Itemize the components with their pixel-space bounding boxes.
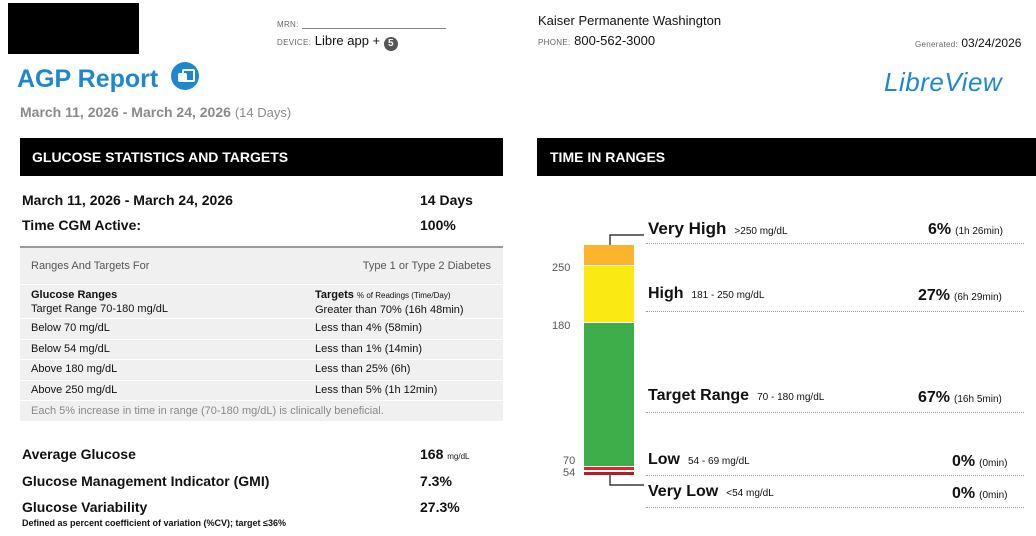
generated-date: Generated: 03/24/2026 bbox=[915, 36, 1022, 50]
time-in-ranges-heading: TIME IN RANGES bbox=[537, 138, 1036, 176]
avg-glucose-value: 168 mg/dL bbox=[420, 446, 470, 462]
mrn-field: MRN: bbox=[277, 14, 446, 32]
glucose-stats-heading: GLUCOSE STATISTICS AND TARGETS bbox=[20, 138, 503, 176]
device-count-badge: 5 bbox=[383, 37, 398, 51]
report-title: AGP Report bbox=[17, 62, 200, 94]
range-pct-target: 67% (16h 5min) bbox=[918, 389, 1002, 406]
variability-label: Glucose Variability bbox=[22, 499, 148, 515]
table-row: Above 250 mg/dL Less than 5% (1h 12min) bbox=[20, 381, 503, 401]
range-label-very-high: Very High >250 mg/dL bbox=[648, 219, 788, 238]
axis-tick-250: 250 bbox=[552, 262, 571, 274]
report-date-range: March 11, 2026 - March 24, 2026 (14 Days… bbox=[20, 104, 292, 120]
axis-tick-180: 180 bbox=[552, 320, 571, 332]
axis-tick-54: 54 bbox=[563, 467, 576, 479]
gmi-label: Glucose Management Indicator (GMI) bbox=[22, 473, 270, 489]
ranges-targets-header: Ranges And Targets For Type 1 or Type 2 … bbox=[20, 248, 503, 285]
period-value: 14 Days bbox=[420, 192, 473, 208]
table-row: Below 70 mg/dL Less than 4% (58min) bbox=[20, 319, 503, 340]
clinic-name: Kaiser Permanente Washington bbox=[538, 13, 722, 28]
range-pct-high: 27% (6h 29min) bbox=[918, 287, 1002, 304]
table-row: Above 180 mg/dL Less than 25% (6h) bbox=[20, 360, 503, 381]
range-pct-low: 0% (0min) bbox=[952, 453, 1008, 470]
axis-tick-70: 70 bbox=[563, 455, 576, 467]
period-label: March 11, 2026 - March 24, 2026 bbox=[22, 192, 233, 208]
cgm-active-label: Time CGM Active: bbox=[22, 217, 142, 233]
libreview-logo: LibreView bbox=[884, 67, 1003, 97]
device-value: Libre app + bbox=[314, 33, 381, 48]
variability-value: 27.3% bbox=[420, 499, 460, 515]
table-row: Below 54 mg/dL Less than 1% (14min) bbox=[20, 340, 503, 360]
range-pct-very-low: 0% (0min) bbox=[952, 485, 1008, 502]
avg-glucose-label: Average Glucose bbox=[22, 446, 136, 462]
table-column-headers: Glucose Ranges Target Range 70-180 mg/dL… bbox=[20, 285, 503, 319]
ranges-targets-table: Ranges And Targets For Type 1 or Type 2 … bbox=[20, 246, 503, 422]
copy-icon[interactable] bbox=[171, 62, 200, 90]
variability-note: Defined as percent coefficient of variat… bbox=[22, 518, 286, 528]
range-label-very-low: Very Low <54 mg/dL bbox=[648, 483, 774, 500]
range-label-target: Target Range 70 - 180 mg/dL bbox=[648, 387, 825, 404]
device-field: DEVICE: Libre app + 5 bbox=[277, 33, 398, 51]
range-label-low: Low 54 - 69 mg/dL bbox=[648, 451, 750, 468]
cgm-active-value: 100% bbox=[420, 217, 456, 233]
range-connectors bbox=[609, 234, 644, 486]
benefit-note: Each 5% increase in time in range (70-18… bbox=[20, 401, 503, 422]
range-label-high: High 181 - 250 mg/dL bbox=[648, 285, 765, 302]
range-pct-very-high: 6% (1h 26min) bbox=[928, 221, 1003, 238]
redacted-patient-name bbox=[8, 3, 139, 54]
gmi-value: 7.3% bbox=[420, 473, 452, 489]
clinic-phone: PHONE: 800-562-3000 bbox=[538, 33, 656, 48]
